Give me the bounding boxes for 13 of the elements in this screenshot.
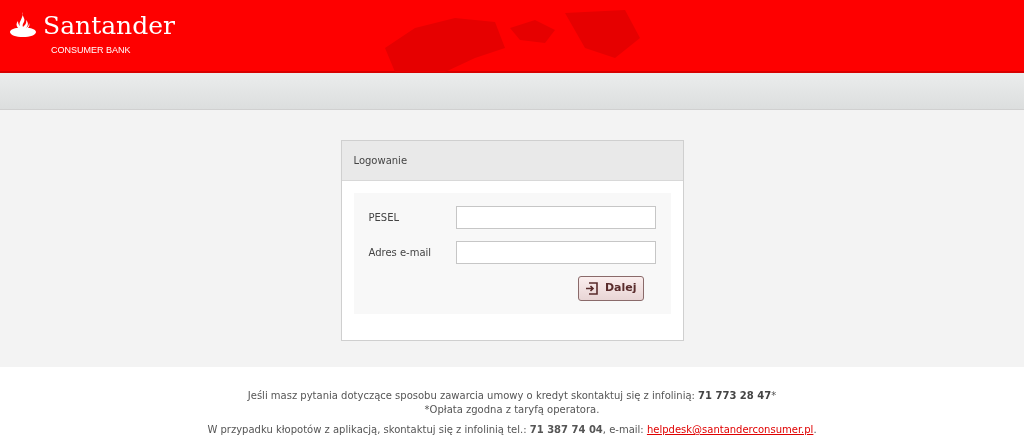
flame-logo-icon (9, 12, 37, 38)
brand-name: Santander (43, 12, 175, 38)
panel-title: Logowanie (353, 154, 408, 168)
field-label: PESEL (368, 211, 401, 225)
next-button[interactable]: Dalej (577, 276, 644, 301)
footer-text: Jeśli masz pytania dotyczące sposobu zawarcia umowy o kredyt skontaktuj się z infolinią: 71 773 28 47* (247, 389, 777, 403)
input-field[interactable] (455, 206, 656, 229)
footer-contact-text: W przypadku kłopotów z aplikacją, skontaktuj się z infolinią tel.: 71 387 74 04, e-mail: helpdesk@santanderconsumer.pl. (207, 423, 817, 437)
footer-text: *Opłata zgodna z taryfą operatora. (424, 403, 600, 417)
brand-subtitle: CONSUMER BANK (51, 44, 132, 57)
login-icon (584, 282, 598, 295)
field-label: Adres e-mail (368, 246, 433, 260)
input-field[interactable] (455, 241, 656, 264)
